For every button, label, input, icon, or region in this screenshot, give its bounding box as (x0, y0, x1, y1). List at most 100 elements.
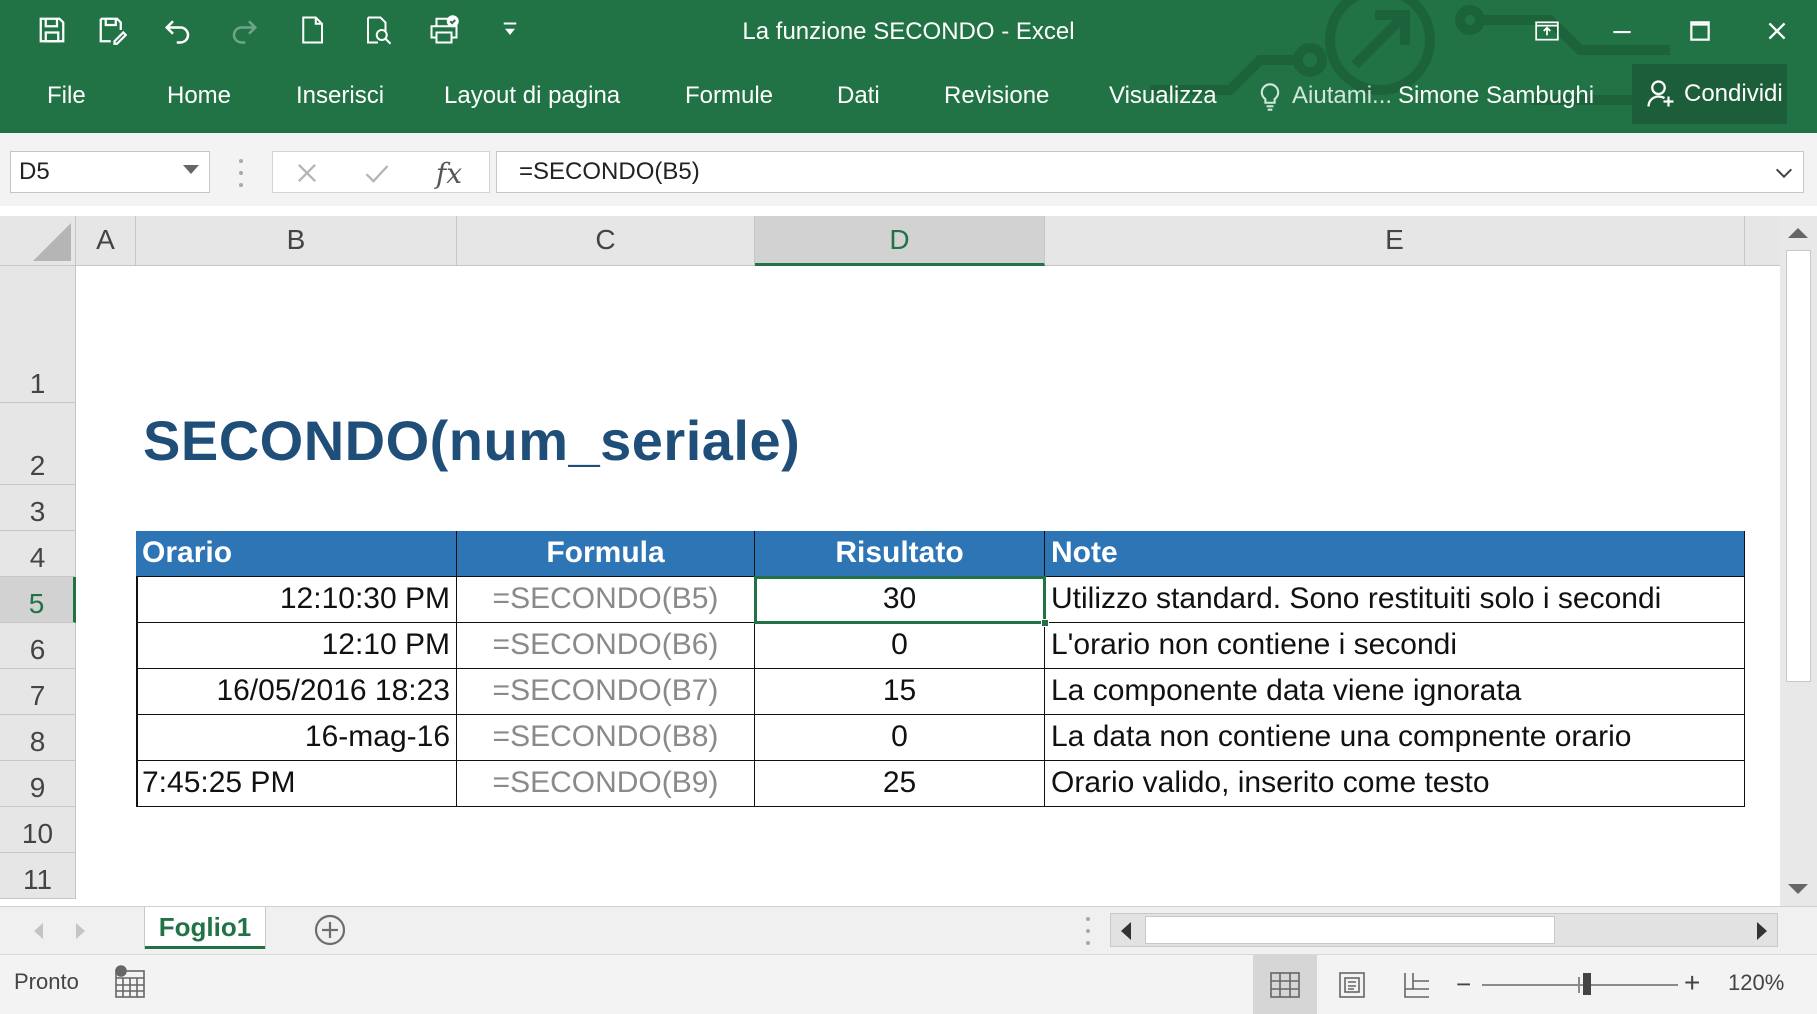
undo-icon[interactable] (156, 8, 200, 52)
select-all-button[interactable] (0, 216, 76, 266)
tab-visualizza[interactable]: Visualizza (1109, 70, 1217, 122)
tab-file[interactable]: File (47, 70, 86, 122)
horizontal-scroll-thumb[interactable] (1145, 916, 1555, 944)
page-layout-view-icon[interactable] (1320, 955, 1384, 1014)
table-header-formula[interactable]: Formula (457, 531, 755, 577)
table-header-orario[interactable]: Orario (136, 531, 457, 577)
formula-buttons: fx (272, 151, 490, 193)
cell-c5[interactable]: =SECONDO(B5) (457, 577, 755, 623)
sheet-heading[interactable]: SECONDO(num_seriale) (143, 408, 800, 473)
cell-d7[interactable]: 15 (755, 669, 1045, 715)
row-header-9[interactable]: 9 (0, 761, 76, 807)
scroll-down-icon[interactable] (1788, 884, 1808, 894)
row-header-11[interactable]: 11 (0, 853, 76, 899)
quick-print-icon[interactable] (422, 8, 466, 52)
cell-c6[interactable]: =SECONDO(B6) (457, 623, 755, 669)
print-preview-icon[interactable] (356, 8, 400, 52)
cell-b8[interactable]: 16-mag-16 (136, 715, 457, 761)
cell-e9[interactable]: Orario valido, inserito come testo (1045, 761, 1745, 807)
insert-function-icon[interactable]: fx (429, 156, 469, 190)
cell-d6[interactable]: 0 (755, 623, 1045, 669)
sheet-tab-foglio1[interactable]: Foglio1 (145, 907, 265, 949)
column-header-c[interactable]: C (457, 216, 755, 266)
column-header-b[interactable]: B (136, 216, 457, 266)
user-name[interactable]: Simone Sambughi (1398, 70, 1594, 122)
tab-layout-di-pagina[interactable]: Layout di pagina (444, 70, 620, 122)
ribbon-display-options-icon[interactable] (1512, 6, 1582, 56)
column-header-d[interactable]: D (755, 216, 1045, 266)
cell-b7[interactable]: 16/05/2016 18:23 (136, 669, 457, 715)
tab-home[interactable]: Home (167, 70, 231, 122)
redo-icon[interactable] (222, 8, 266, 52)
formula-input[interactable]: =SECONDO(B5) (496, 151, 1804, 193)
cell-e6[interactable]: L'orario non contiene i secondi (1045, 623, 1745, 669)
save-icon[interactable] (30, 8, 74, 52)
zoom-in-icon[interactable]: + (1684, 967, 1700, 999)
name-box[interactable]: D5 (10, 151, 210, 193)
cell-e8[interactable]: La data non contiene una compnente orari… (1045, 715, 1745, 761)
zoom-level[interactable]: 120% (1728, 970, 1784, 996)
tab-split-handle[interactable] (1085, 917, 1091, 945)
zoom-slider-thumb[interactable] (1583, 973, 1591, 995)
confirm-entry-icon[interactable] (357, 156, 397, 190)
cell-b9[interactable]: 7:45:25 PM (136, 761, 457, 807)
chevron-down-icon[interactable] (183, 165, 199, 174)
macro-recording-icon[interactable] (113, 965, 147, 1001)
scroll-left-icon[interactable] (1121, 922, 1131, 940)
page-break-preview-icon[interactable] (1385, 955, 1449, 1014)
tab-inserisci[interactable]: Inserisci (296, 70, 384, 122)
expand-formula-bar-icon[interactable] (1773, 162, 1795, 184)
row-header-7[interactable]: 7 (0, 669, 76, 715)
table-header-risultato[interactable]: Risultato (755, 531, 1045, 577)
row-header-2[interactable]: 2 (0, 403, 76, 485)
cancel-entry-icon[interactable] (287, 156, 327, 190)
column-header-e[interactable]: E (1045, 216, 1745, 266)
row-header-1[interactable]: 1 (0, 266, 76, 403)
close-icon[interactable] (1742, 6, 1812, 56)
tab-revisione[interactable]: Revisione (944, 70, 1049, 122)
column-header-a[interactable]: A (76, 216, 136, 266)
cell-d5[interactable]: 30 (755, 577, 1045, 623)
row-header-10[interactable]: 10 (0, 807, 76, 853)
cell-e7[interactable]: La componente data viene ignorata (1045, 669, 1745, 715)
vertical-scrollbar[interactable] (1780, 216, 1817, 906)
add-sheet-icon[interactable] (313, 913, 347, 947)
worksheet-grid: A B C D E 1 2 3 4 5 6 7 8 9 10 11 SECOND… (0, 206, 1780, 906)
table-header-note[interactable]: Note (1045, 531, 1745, 577)
cell-d9[interactable]: 25 (755, 761, 1045, 807)
cell-c8[interactable]: =SECONDO(B8) (457, 715, 755, 761)
previous-sheet-icon[interactable] (34, 923, 43, 939)
row-header-3[interactable]: 3 (0, 485, 76, 531)
new-document-icon[interactable] (290, 8, 334, 52)
zoom-slider-track[interactable] (1482, 984, 1678, 986)
cell-c7[interactable]: =SECONDO(B7) (457, 669, 755, 715)
zoom-out-icon[interactable]: − (1456, 969, 1471, 1000)
save-as-icon[interactable] (90, 8, 134, 52)
scroll-up-icon[interactable] (1788, 228, 1808, 238)
scroll-right-icon[interactable] (1757, 922, 1767, 940)
maximize-icon[interactable] (1665, 6, 1735, 56)
column-header-f[interactable] (1745, 216, 1780, 266)
formula-text: =SECONDO(B5) (519, 158, 700, 185)
tab-dati[interactable]: Dati (837, 70, 880, 122)
cell-e5[interactable]: Utilizzo standard. Sono restituiti solo … (1045, 577, 1745, 623)
row-header-6[interactable]: 6 (0, 623, 76, 669)
normal-view-icon[interactable] (1253, 955, 1317, 1014)
customize-toolbar-icon[interactable] (488, 8, 532, 52)
cell-d8[interactable]: 0 (755, 715, 1045, 761)
cell-b6[interactable]: 12:10 PM (136, 623, 457, 669)
vertical-scroll-thumb[interactable] (1786, 250, 1811, 682)
tell-me-box[interactable]: Aiutami... (1258, 70, 1392, 122)
row-header-8[interactable]: 8 (0, 715, 76, 761)
cell-b5[interactable]: 12:10:30 PM (136, 577, 457, 623)
horizontal-scrollbar[interactable] (1110, 913, 1778, 947)
next-sheet-icon[interactable] (76, 923, 85, 939)
cell-c9[interactable]: =SECONDO(B9) (457, 761, 755, 807)
formula-bar: D5 fx =SECONDO(B5) (0, 133, 1817, 206)
row-header-5[interactable]: 5 (0, 577, 76, 623)
row-header-4[interactable]: 4 (0, 531, 76, 577)
tab-formule[interactable]: Formule (685, 70, 773, 122)
share-button[interactable]: Condividi (1632, 64, 1787, 124)
formula-bar-resize-handle[interactable] (238, 159, 244, 187)
minimize-icon[interactable] (1587, 6, 1657, 56)
